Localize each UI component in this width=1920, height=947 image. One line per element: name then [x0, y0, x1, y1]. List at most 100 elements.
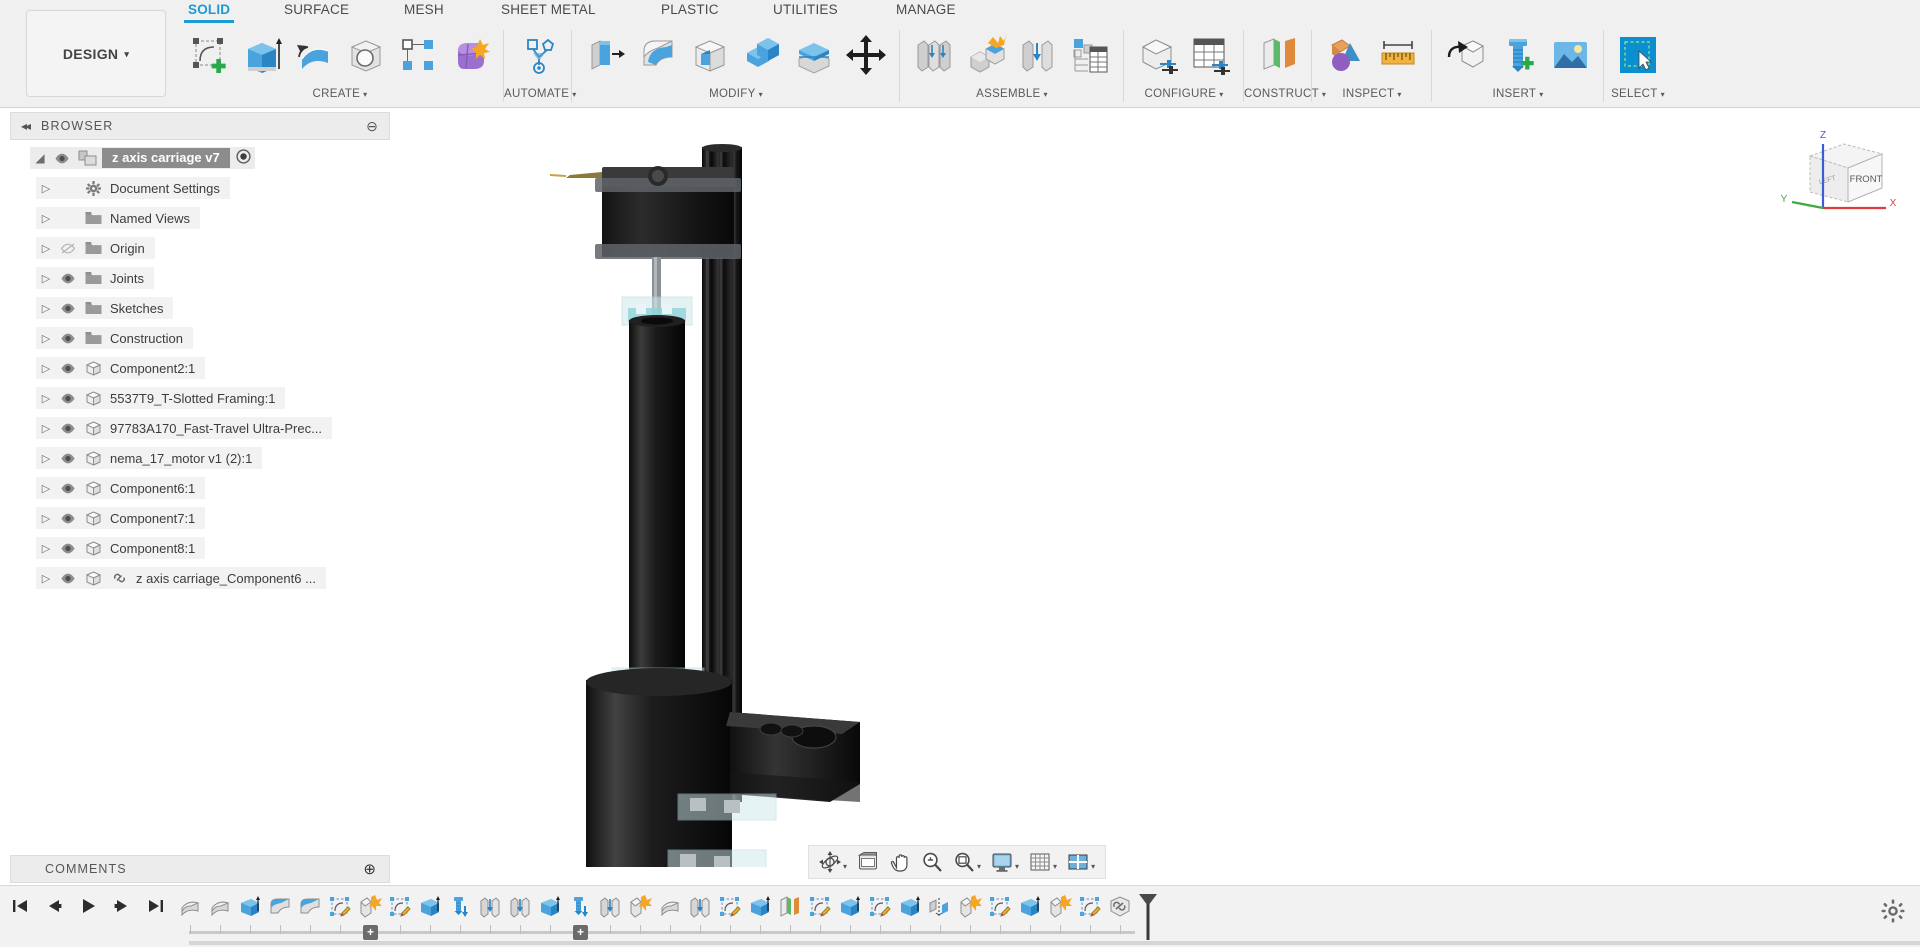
browser-item-component6-1[interactable]: ▷ Component6:1	[10, 476, 390, 500]
extrude-feature-icon[interactable]	[745, 892, 775, 934]
move-copy-icon[interactable]	[840, 28, 892, 82]
rectangular-pattern-icon[interactable]	[392, 28, 444, 82]
revolve-icon[interactable]	[288, 28, 340, 82]
extrude-icon[interactable]	[236, 28, 288, 82]
go-to-end-icon[interactable]	[146, 896, 166, 921]
extrude-feature-icon[interactable]	[535, 892, 565, 934]
expander-icon[interactable]: ▷	[36, 572, 56, 585]
visibility-eye-icon[interactable]	[50, 152, 74, 165]
offset-plane-icon[interactable]	[1252, 28, 1304, 82]
extrude-feature-icon[interactable]	[895, 892, 925, 934]
model-3d-view[interactable]	[390, 112, 1920, 867]
browser-item-component2-1[interactable]: ▷ Component2:1	[10, 356, 390, 380]
automated-modeling-icon[interactable]	[512, 28, 564, 82]
play-icon[interactable]	[78, 896, 98, 921]
expander-icon[interactable]: ▷	[36, 392, 56, 405]
orbit-icon[interactable]: ▾	[815, 848, 851, 876]
extrude-feature-icon[interactable]	[235, 892, 265, 934]
insert-mcmaster-carr-icon[interactable]	[1492, 28, 1544, 82]
insert-mcmaster-feature-icon[interactable]	[445, 892, 475, 934]
press-pull-icon[interactable]	[580, 28, 632, 82]
joint-feature-icon[interactable]	[505, 892, 535, 934]
expander-icon[interactable]: ▷	[36, 422, 56, 435]
panel-title-configure[interactable]: CONFIGURE ▾	[1124, 88, 1244, 100]
joint-feature-icon[interactable]	[595, 892, 625, 934]
go-to-beginning-icon[interactable]	[10, 896, 30, 921]
display-settings-icon[interactable]: ▾	[987, 848, 1023, 876]
collapse-panel-icon[interactable]: ◂◂	[21, 119, 31, 133]
panel-title-create[interactable]: CREATE ▾	[176, 88, 504, 100]
visibility-eye-icon[interactable]	[56, 452, 80, 465]
joint-feature-icon[interactable]	[475, 892, 505, 934]
sketch-feature-icon[interactable]	[985, 892, 1015, 934]
visibility-eye-icon[interactable]	[56, 482, 80, 495]
new-component-feature-icon[interactable]	[625, 892, 655, 934]
revolve-feature-icon[interactable]	[655, 892, 685, 934]
fit-icon[interactable]: ▾	[949, 848, 985, 876]
visibility-eye-hidden-icon[interactable]	[56, 242, 80, 255]
ribbon-tab-mesh[interactable]: MESH	[404, 2, 444, 17]
timeline-group-marker[interactable]: +	[363, 925, 378, 940]
browser-item-named-views[interactable]: ▷ Named Views	[10, 206, 390, 230]
select-window-icon[interactable]	[1612, 28, 1664, 82]
panel-title-automate[interactable]: AUTOMATE ▾	[504, 88, 576, 100]
ribbon-tab-utilities[interactable]: UTILITIES	[773, 2, 838, 17]
interference-icon[interactable]	[1320, 28, 1372, 82]
insert-canvas-icon[interactable]	[1544, 28, 1596, 82]
fillet-feature-icon[interactable]	[265, 892, 295, 934]
timeline-group-marker[interactable]: +	[573, 925, 588, 940]
browser-toggle-icon[interactable]: ⊖	[366, 118, 379, 135]
fillet-feature-icon[interactable]	[295, 892, 325, 934]
timeline-scrollbar[interactable]	[189, 941, 1920, 945]
viewports-icon[interactable]: ▾	[1063, 848, 1099, 876]
grid-snaps-icon[interactable]: ▾	[1025, 848, 1061, 876]
settings-gear-icon[interactable]	[1880, 898, 1906, 929]
panel-title-insert[interactable]: INSERT ▾	[1432, 88, 1604, 100]
insert-derive-icon[interactable]	[1440, 28, 1492, 82]
sketch-feature-icon[interactable]	[325, 892, 355, 934]
as-built-joint-icon[interactable]	[1012, 28, 1064, 82]
form-icon[interactable]	[444, 28, 496, 82]
bill-of-materials-icon[interactable]	[1064, 28, 1116, 82]
panel-title-assemble[interactable]: ASSEMBLE ▾	[900, 88, 1124, 100]
sketch-feature-icon[interactable]	[715, 892, 745, 934]
chevron-down-icon[interactable]: ▾	[1053, 862, 1057, 871]
ribbon-tab-sheet-metal[interactable]: SHEET METAL	[501, 2, 596, 17]
visibility-eye-icon[interactable]	[56, 542, 80, 555]
hole-icon[interactable]	[340, 28, 392, 82]
create-sketch-icon[interactable]	[184, 28, 236, 82]
visibility-eye-icon[interactable]	[56, 302, 80, 315]
expander-icon[interactable]: ▷	[36, 212, 56, 225]
mirror-feature-icon[interactable]	[925, 892, 955, 934]
expander-icon[interactable]: ▷	[36, 452, 56, 465]
extrude-feature-icon[interactable]	[1015, 892, 1045, 934]
timeline-end-marker[interactable]	[1137, 892, 1159, 947]
sketch-feature-icon[interactable]	[385, 892, 415, 934]
ribbon-tab-manage[interactable]: MANAGE	[896, 2, 956, 17]
construct-plane-feature-icon[interactable]	[775, 892, 805, 934]
browser-root-row[interactable]: ◢ z axis carriage v7	[10, 146, 390, 170]
step-forward-icon[interactable]	[112, 896, 132, 921]
zoom-icon[interactable]	[917, 848, 947, 876]
combine-icon[interactable]	[736, 28, 788, 82]
expander-icon[interactable]: ▷	[36, 482, 56, 495]
fillet-icon[interactable]	[632, 28, 684, 82]
visibility-eye-icon[interactable]	[56, 512, 80, 525]
linked-component-feature-icon[interactable]	[1105, 892, 1135, 934]
shell-icon[interactable]	[684, 28, 736, 82]
browser-item-z-axis-carriage-component6[interactable]: ▷ z axis carriage_Component6 ...	[10, 566, 390, 590]
joint-icon[interactable]	[960, 28, 1012, 82]
browser-item-component8-1[interactable]: ▷ Component8:1	[10, 536, 390, 560]
expander-icon[interactable]: ◢	[30, 151, 50, 165]
visibility-eye-icon[interactable]	[56, 572, 80, 585]
expander-icon[interactable]: ▷	[36, 242, 56, 255]
offset-face-icon[interactable]	[788, 28, 840, 82]
panel-title-select[interactable]: SELECT ▾	[1604, 88, 1672, 100]
chevron-down-icon[interactable]: ▾	[843, 862, 847, 871]
create-configuration-icon[interactable]	[1132, 28, 1184, 82]
extrude-feature-icon[interactable]	[415, 892, 445, 934]
ribbon-tab-surface[interactable]: SURFACE	[284, 2, 349, 17]
browser-item-origin[interactable]: ▷ Origin	[10, 236, 390, 260]
pan-icon[interactable]	[885, 848, 915, 876]
add-comment-icon[interactable]: ⊕	[363, 860, 377, 878]
